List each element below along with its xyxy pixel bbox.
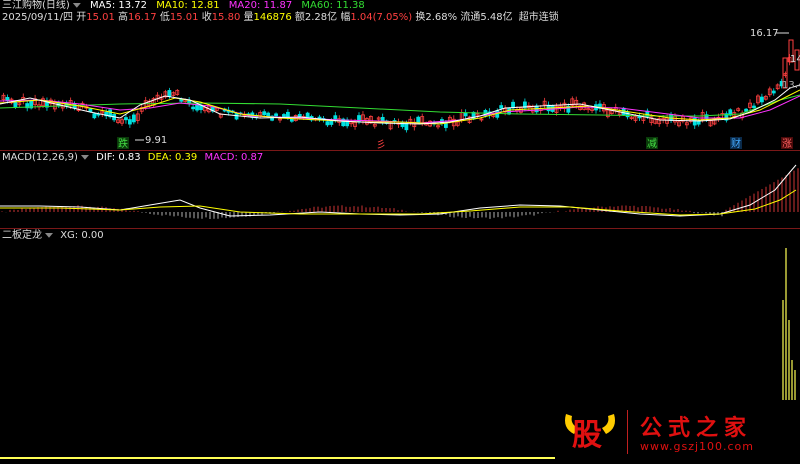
candle-body xyxy=(92,113,97,119)
candle-body xyxy=(443,123,448,128)
candle-body xyxy=(333,115,338,120)
marker-zhang[interactable]: 涨 xyxy=(782,138,792,150)
low-price-label: 9.91 xyxy=(145,135,167,146)
xg-value: 0.00 xyxy=(81,230,104,241)
macd-label: MACD: xyxy=(204,152,241,163)
marker-jian[interactable]: 减 xyxy=(647,138,657,150)
dif-value: 0.83 xyxy=(118,152,141,163)
dea-label: DEA: xyxy=(147,152,176,163)
macd-value: 0.87 xyxy=(241,152,264,163)
candle-body xyxy=(124,117,128,121)
macd-indicator-divider xyxy=(0,228,800,229)
candle-body xyxy=(696,120,701,125)
watermark-logo: 股 xyxy=(560,408,620,461)
right-scale-mid: 13.4 xyxy=(782,80,800,91)
candle-body xyxy=(771,90,776,94)
candle-body xyxy=(266,112,271,117)
candle-body xyxy=(297,113,302,117)
candle-body xyxy=(760,96,764,103)
right-scale-top: 14 xyxy=(790,54,800,65)
candle-body xyxy=(752,105,756,109)
xg-label: XG: xyxy=(60,230,82,241)
macd-legend: MACD(12,26,9) DIF: 0.83 DEA: 0.39 MACD: … xyxy=(2,152,263,164)
candle-body xyxy=(191,106,196,110)
candle-body xyxy=(289,118,294,122)
candle-body xyxy=(167,90,172,97)
candle-body xyxy=(325,121,330,126)
candle-body xyxy=(463,112,468,117)
dif-line xyxy=(0,164,797,217)
watermark-brand: 公式之家 xyxy=(640,415,753,441)
candle-body xyxy=(13,101,18,108)
candle-body xyxy=(669,113,673,121)
candle-body xyxy=(404,122,409,131)
watermark-divider xyxy=(627,410,628,454)
candle-body xyxy=(416,116,421,123)
candle-body xyxy=(499,105,504,109)
candle-body xyxy=(285,111,290,118)
ma60-line xyxy=(0,94,800,117)
chevron-down-icon[interactable] xyxy=(45,233,53,238)
candle-body xyxy=(274,113,278,117)
candle-body xyxy=(282,114,286,118)
watermark-glyph: 股 xyxy=(572,418,602,453)
macd-title[interactable]: MACD(12,26,9) xyxy=(2,152,78,163)
candle-body xyxy=(127,119,132,125)
candle-body xyxy=(262,111,267,116)
marker-cai[interactable]: 财 xyxy=(731,137,741,150)
marker-die[interactable]: 跌 xyxy=(118,137,128,150)
candle-body xyxy=(329,120,334,125)
indicator-legend: 二板定龙 XG: 0.00 xyxy=(2,230,104,242)
high-price-label: 16.17 xyxy=(750,28,779,39)
watermark-url: www.gszj100.com xyxy=(640,440,755,453)
candle-body xyxy=(5,97,10,102)
dea-value: 0.39 xyxy=(175,152,198,163)
candle-body xyxy=(179,99,184,102)
chevron-down-icon[interactable] xyxy=(80,155,89,160)
indicator-title[interactable]: 二板定龙 xyxy=(2,230,42,241)
xg-signal-bars xyxy=(782,248,796,400)
ma10-line xyxy=(0,89,800,125)
dif-label: DIF: xyxy=(96,152,119,163)
price-macd-divider xyxy=(0,150,800,151)
macd-histogram xyxy=(1,168,799,219)
kline-chart[interactable]: 16.17 9.91 14 13.4 跌 彡 减 财 涨 xyxy=(0,0,800,464)
candle-body xyxy=(131,114,136,123)
